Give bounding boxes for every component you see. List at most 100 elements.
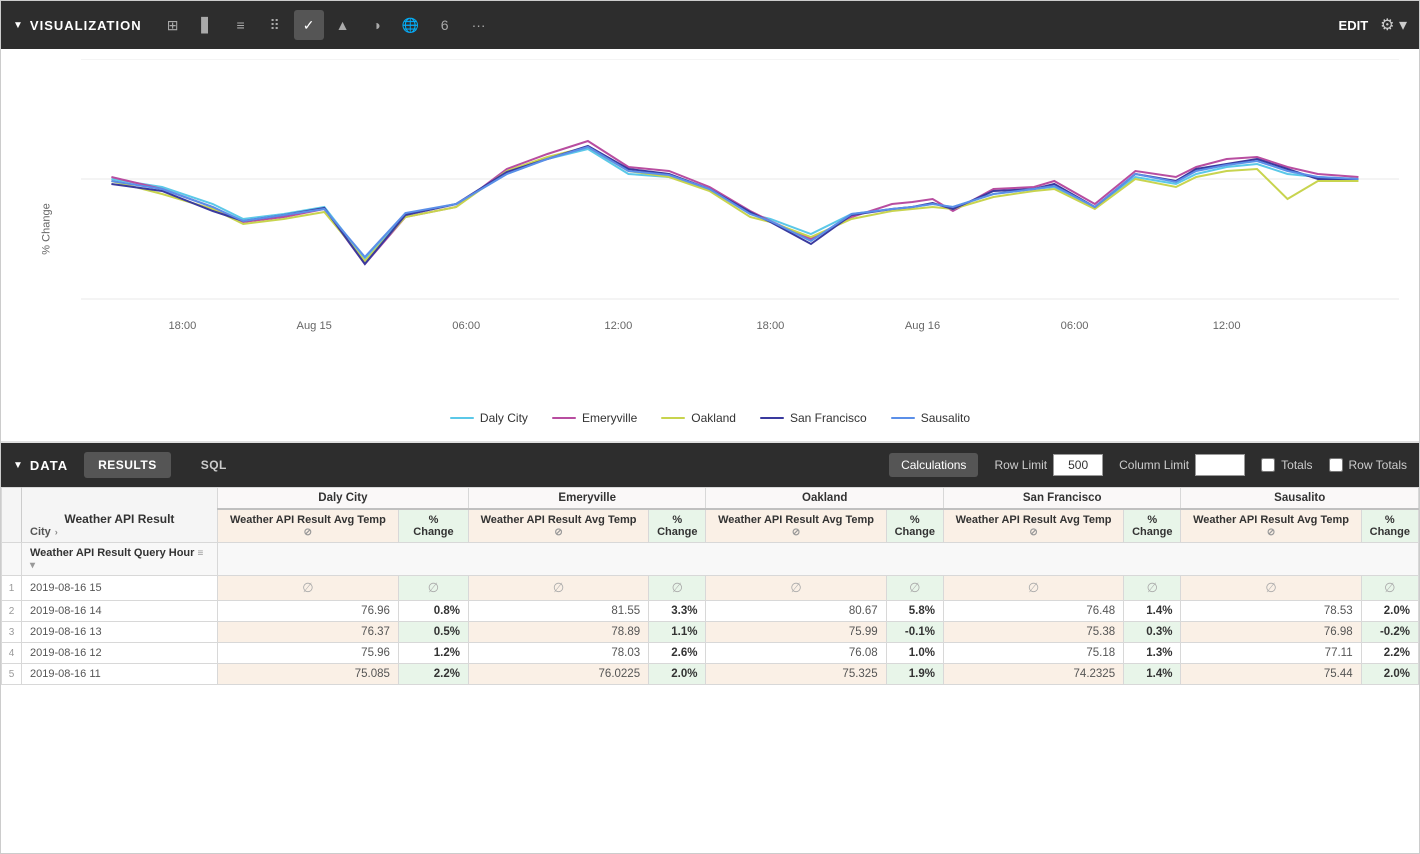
- daly-pct-4: 1.2%: [398, 643, 468, 664]
- top-bar-right: EDIT ⚙ ▾: [1339, 15, 1407, 35]
- settings-icon[interactable]: ⚙ ▾: [1380, 15, 1407, 35]
- saus-avg-3: 76.98: [1181, 622, 1361, 643]
- oak-avg-2: 80.67: [706, 601, 886, 622]
- daly-pct-3: 0.5%: [398, 622, 468, 643]
- row-num-4: 4: [2, 643, 22, 664]
- sf-avg-5: 74.2325: [943, 664, 1123, 685]
- legend-sausalito: Sausalito: [891, 411, 970, 425]
- chart-legend: Daly City Emeryville Oakland San Francis…: [21, 407, 1399, 425]
- table-icon[interactable]: ⊞: [158, 10, 188, 40]
- oak-avg-temp-header: Weather API Result Avg Temp ⊘: [706, 509, 886, 543]
- emery-pct-1: ∅: [649, 576, 706, 601]
- saus-avg-4: 77.11: [1181, 643, 1361, 664]
- legend-line-oakland: [661, 417, 685, 419]
- sf-avg-temp-header: Weather API Result Avg Temp ⊘: [943, 509, 1123, 543]
- saus-pct-4: 2.2%: [1361, 643, 1418, 664]
- legend-san-francisco: San Francisco: [760, 411, 867, 425]
- emery-avg-1: ∅: [468, 576, 648, 601]
- sf-avg-3: 75.38: [943, 622, 1123, 643]
- chevron-down-icon[interactable]: ▼: [13, 20, 24, 31]
- table-row: 2 2019-08-16 14 76.96 0.8% 81.55 3.3% 80…: [2, 601, 1419, 622]
- saus-avg-5: 75.44: [1181, 664, 1361, 685]
- edit-button[interactable]: EDIT: [1339, 18, 1369, 33]
- table-row: 1 2019-08-16 15 ∅ ∅ ∅ ∅ ∅ ∅ ∅ ∅ ∅ ∅: [2, 576, 1419, 601]
- city-group-daly-city: Daly City: [217, 488, 468, 510]
- calculations-button[interactable]: Calculations: [889, 453, 978, 477]
- data-section-title: ▼ DATA: [13, 458, 68, 473]
- chevron-down-icon-data[interactable]: ▼: [13, 460, 24, 471]
- city-group-oakland: Oakland: [706, 488, 944, 510]
- data-bar: ▼ DATA RESULTS SQL Calculations Row Limi…: [1, 443, 1419, 487]
- oak-avg-5: 75.325: [706, 664, 886, 685]
- data-table-wrapper: Weather API Result City › Daly City Emer…: [1, 487, 1419, 685]
- number-icon[interactable]: 6: [430, 10, 460, 40]
- list-icon[interactable]: ≡: [226, 10, 256, 40]
- map-icon[interactable]: 🌐: [396, 10, 426, 40]
- col-limit-group: Column Limit: [1119, 454, 1245, 476]
- sf-pct-5: 1.4%: [1124, 664, 1181, 685]
- col-limit-input[interactable]: [1195, 454, 1245, 476]
- oak-pct-change-header: %Change: [886, 509, 943, 543]
- legend-oakland: Oakland: [661, 411, 736, 425]
- top-bar-left: ▼ VISUALIZATION ⊞ ▋ ≡ ⠿ ✓ ▲ ◑ 🌐 6 ···: [13, 10, 494, 40]
- bar-chart-icon[interactable]: ▋: [192, 10, 222, 40]
- saus-avg-2: 78.53: [1181, 601, 1361, 622]
- svg-text:18:00: 18:00: [756, 320, 784, 332]
- query-hour-cell: Weather API Result Query Hour ≡ ▾: [22, 543, 218, 576]
- daly-avg-3: 76.37: [217, 622, 398, 643]
- row-num-5: 5: [2, 664, 22, 685]
- legend-line-daly-city: [450, 417, 474, 419]
- scatter-icon[interactable]: ⠿: [260, 10, 290, 40]
- date-cell-1: 2019-08-16 15: [22, 576, 218, 601]
- daly-avg-2: 76.96: [217, 601, 398, 622]
- oak-avg-3: 75.99: [706, 622, 886, 643]
- table-row: 3 2019-08-16 13 76.37 0.5% 78.89 1.1% 75…: [2, 622, 1419, 643]
- saus-avg-1: ∅: [1181, 576, 1361, 601]
- more-icon[interactable]: ···: [464, 10, 494, 40]
- row-limit-label: Row Limit: [994, 458, 1047, 472]
- legend-label-oakland: Oakland: [691, 411, 736, 425]
- emery-pct-4: 2.6%: [649, 643, 706, 664]
- tab-sql[interactable]: SQL: [187, 452, 241, 478]
- dropdown-arrow[interactable]: ▾: [30, 560, 35, 571]
- table-row: 5 2019-08-16 11 75.085 2.2% 76.0225 2.0%…: [2, 664, 1419, 685]
- pie-chart-icon[interactable]: ◑: [362, 10, 392, 40]
- emery-pct-2: 3.3%: [649, 601, 706, 622]
- line-chart-icon[interactable]: ✓: [294, 10, 324, 40]
- saus-pct-change-header: %Change: [1361, 509, 1418, 543]
- sf-avg-1: ∅: [943, 576, 1123, 601]
- sf-pct-1: ∅: [1124, 576, 1181, 601]
- legend-line-san-francisco: [760, 417, 784, 419]
- sf-pct-change-header: %Change: [1124, 509, 1181, 543]
- row-totals-group: Row Totals: [1329, 458, 1407, 472]
- tab-results[interactable]: RESULTS: [84, 452, 171, 478]
- saus-pct-5: 2.0%: [1361, 664, 1418, 685]
- totals-label: Totals: [1281, 458, 1312, 472]
- sf-pct-3: 0.3%: [1124, 622, 1181, 643]
- data-table: Weather API Result City › Daly City Emer…: [1, 487, 1419, 685]
- oak-pct-1: ∅: [886, 576, 943, 601]
- row-num-header: [2, 488, 22, 543]
- subrow-spacer: [217, 543, 1418, 576]
- chart-wrapper: % Change 0.0% -10.0% 18:00 Aug 15 06:00 …: [21, 59, 1399, 399]
- sort-icon[interactable]: ›: [55, 527, 58, 537]
- y-axis-label: % Change: [41, 203, 53, 254]
- row-num-3: 3: [2, 622, 22, 643]
- chart-area: % Change 0.0% -10.0% 18:00 Aug 15 06:00 …: [1, 49, 1419, 443]
- table-row: 4 2019-08-16 12 75.96 1.2% 78.03 2.6% 76…: [2, 643, 1419, 664]
- totals-group: Totals: [1261, 458, 1312, 472]
- row-limit-input[interactable]: [1053, 454, 1103, 476]
- saus-pct-3: -0.2%: [1361, 622, 1418, 643]
- daly-avg-temp-header: Weather API Result Avg Temp ⊘: [217, 509, 398, 543]
- row-totals-checkbox[interactable]: [1329, 458, 1343, 472]
- legend-emeryville: Emeryville: [552, 411, 637, 425]
- date-cell-2: 2019-08-16 14: [22, 601, 218, 622]
- daly-pct-1: ∅: [398, 576, 468, 601]
- totals-checkbox[interactable]: [1261, 458, 1275, 472]
- area-chart-icon[interactable]: ▲: [328, 10, 358, 40]
- row-totals-label: Row Totals: [1349, 458, 1407, 472]
- oak-avg-4: 76.08: [706, 643, 886, 664]
- emery-pct-3: 1.1%: [649, 622, 706, 643]
- visualization-title: ▼ VISUALIZATION: [13, 18, 142, 33]
- sf-avg-2: 76.48: [943, 601, 1123, 622]
